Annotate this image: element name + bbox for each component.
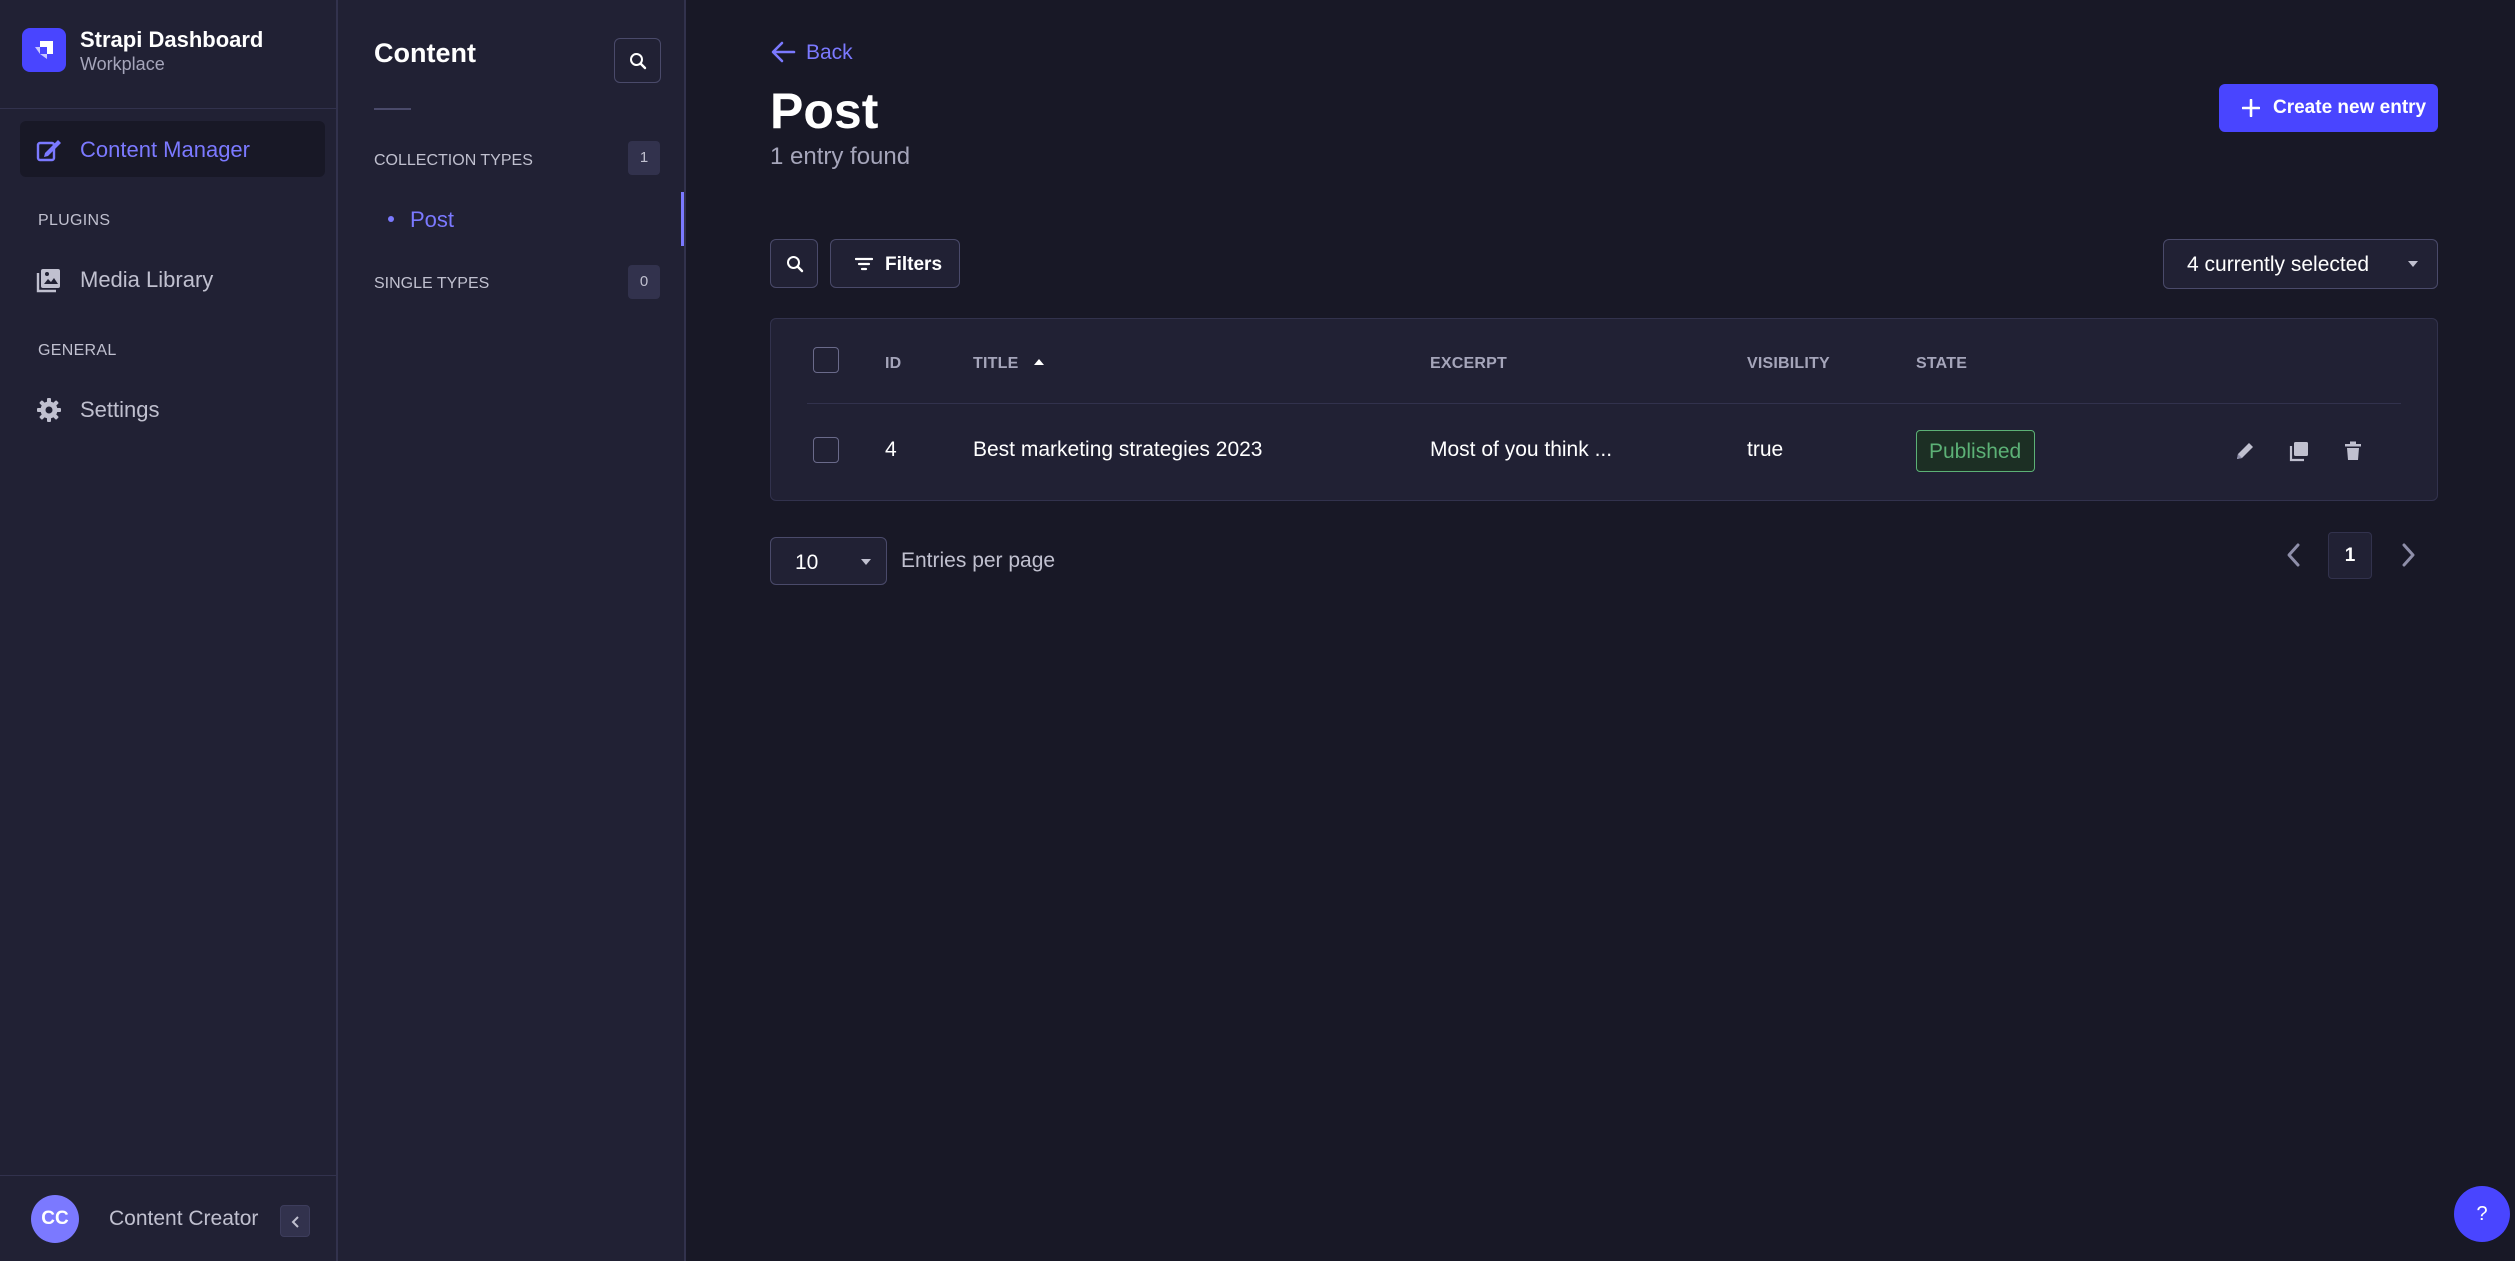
column-header-visibility[interactable]: VISIBILITY — [1747, 355, 1830, 373]
caret-down-icon — [861, 559, 871, 565]
strapi-logo-icon — [22, 28, 66, 72]
single-types-count: 0 — [628, 265, 660, 299]
select-all-checkbox[interactable] — [813, 347, 839, 373]
chevron-left-icon — [291, 1216, 299, 1228]
footer-divider — [0, 1175, 336, 1176]
entries-table: ID TITLE EXCERPT VISIBILITY STATE 4 Best… — [770, 318, 2438, 501]
user-name: Content Creator — [109, 1207, 259, 1230]
entry-count: 1 entry found — [770, 143, 911, 170]
active-indicator — [681, 192, 684, 246]
header-divider — [807, 403, 2401, 404]
plus-icon — [2242, 99, 2260, 117]
plugins-section-label: PLUGINS — [38, 212, 111, 229]
status-badge: Published — [1916, 430, 2035, 472]
search-icon — [630, 53, 647, 70]
collapse-nav-button[interactable] — [280, 1205, 310, 1237]
column-header-title[interactable]: TITLE — [973, 355, 1045, 373]
nav-content-manager-label: Content Manager — [80, 137, 250, 162]
filters-button[interactable]: Filters — [830, 239, 960, 288]
single-types-label: SINGLE TYPES — [374, 275, 490, 292]
chevron-left-icon[interactable] — [2278, 538, 2310, 572]
nav-media-library[interactable]: Media Library — [20, 251, 325, 307]
entries-per-page-value: 10 — [795, 551, 819, 574]
collection-types-count: 1 — [628, 141, 660, 175]
cell-id: 4 — [885, 438, 897, 461]
general-section-label: GENERAL — [38, 342, 117, 359]
nav-media-library-label: Media Library — [80, 267, 214, 292]
duplicate-icon[interactable] — [2287, 439, 2311, 463]
bullet-icon — [388, 216, 394, 222]
subnav-search-button[interactable] — [614, 38, 661, 83]
avatar[interactable]: CC — [31, 1195, 79, 1243]
entries-per-page-label: Entries per page — [901, 549, 1056, 572]
nav-content-manager[interactable]: Content Manager — [20, 121, 325, 177]
column-header-title-label: TITLE — [973, 355, 1019, 372]
column-header-state[interactable]: STATE — [1916, 355, 1967, 373]
nav-settings-label: Settings — [80, 397, 160, 422]
caret-down-icon — [2408, 261, 2418, 267]
columns-select[interactable]: 4 currently selected — [2163, 239, 2438, 289]
page-title: Post — [770, 83, 879, 139]
feather-icon — [36, 140, 61, 162]
subnav-title: Content — [374, 38, 476, 68]
cell-excerpt: Most of you think ... — [1430, 438, 1613, 461]
status-badge-label: Published — [1929, 440, 2022, 463]
chevron-right-icon[interactable] — [2392, 538, 2424, 572]
columns-select-value: 4 currently selected — [2187, 253, 2370, 276]
brand-divider — [0, 108, 336, 109]
create-new-entry-label: Create new entry — [2273, 97, 2427, 118]
back-label: Back — [806, 41, 853, 64]
collection-types-label: COLLECTION TYPES — [374, 152, 533, 169]
page-number-current[interactable]: 1 — [2328, 532, 2372, 579]
subnav-divider — [374, 108, 411, 110]
gear-icon — [37, 398, 61, 422]
table-search-button[interactable] — [770, 239, 818, 288]
cell-visibility: true — [1747, 438, 1784, 461]
subnav-item-label: Post — [410, 207, 455, 232]
nav-settings[interactable]: Settings — [20, 381, 325, 437]
brand-title: Strapi Dashboard — [80, 27, 264, 52]
image-icon — [36, 269, 60, 293]
subnav-item-post[interactable]: Post — [374, 192, 684, 246]
filters-label: Filters — [885, 254, 943, 275]
search-icon — [787, 256, 804, 273]
arrow-left-icon — [771, 41, 796, 63]
sort-ascending-icon — [1034, 359, 1045, 365]
column-header-id[interactable]: ID — [885, 355, 901, 373]
brand-subtitle: Workplace — [80, 54, 165, 74]
trash-icon[interactable] — [2341, 439, 2365, 463]
cell-title: Best marketing strategies 2023 — [973, 438, 1263, 461]
entries-per-page-select[interactable]: 10 — [770, 537, 887, 585]
main-nav: Strapi Dashboard Workplace Content Manag… — [0, 0, 338, 1261]
filter-icon — [855, 257, 873, 271]
pencil-icon[interactable] — [2233, 439, 2257, 463]
column-header-excerpt[interactable]: EXCERPT — [1430, 355, 1507, 373]
content-subnav: Content COLLECTION TYPES 1 Post SINGLE T… — [338, 0, 686, 1261]
create-new-entry-button[interactable]: Create new entry — [2219, 84, 2438, 132]
help-button[interactable]: ? — [2454, 1186, 2510, 1242]
row-checkbox[interactable] — [813, 437, 839, 463]
